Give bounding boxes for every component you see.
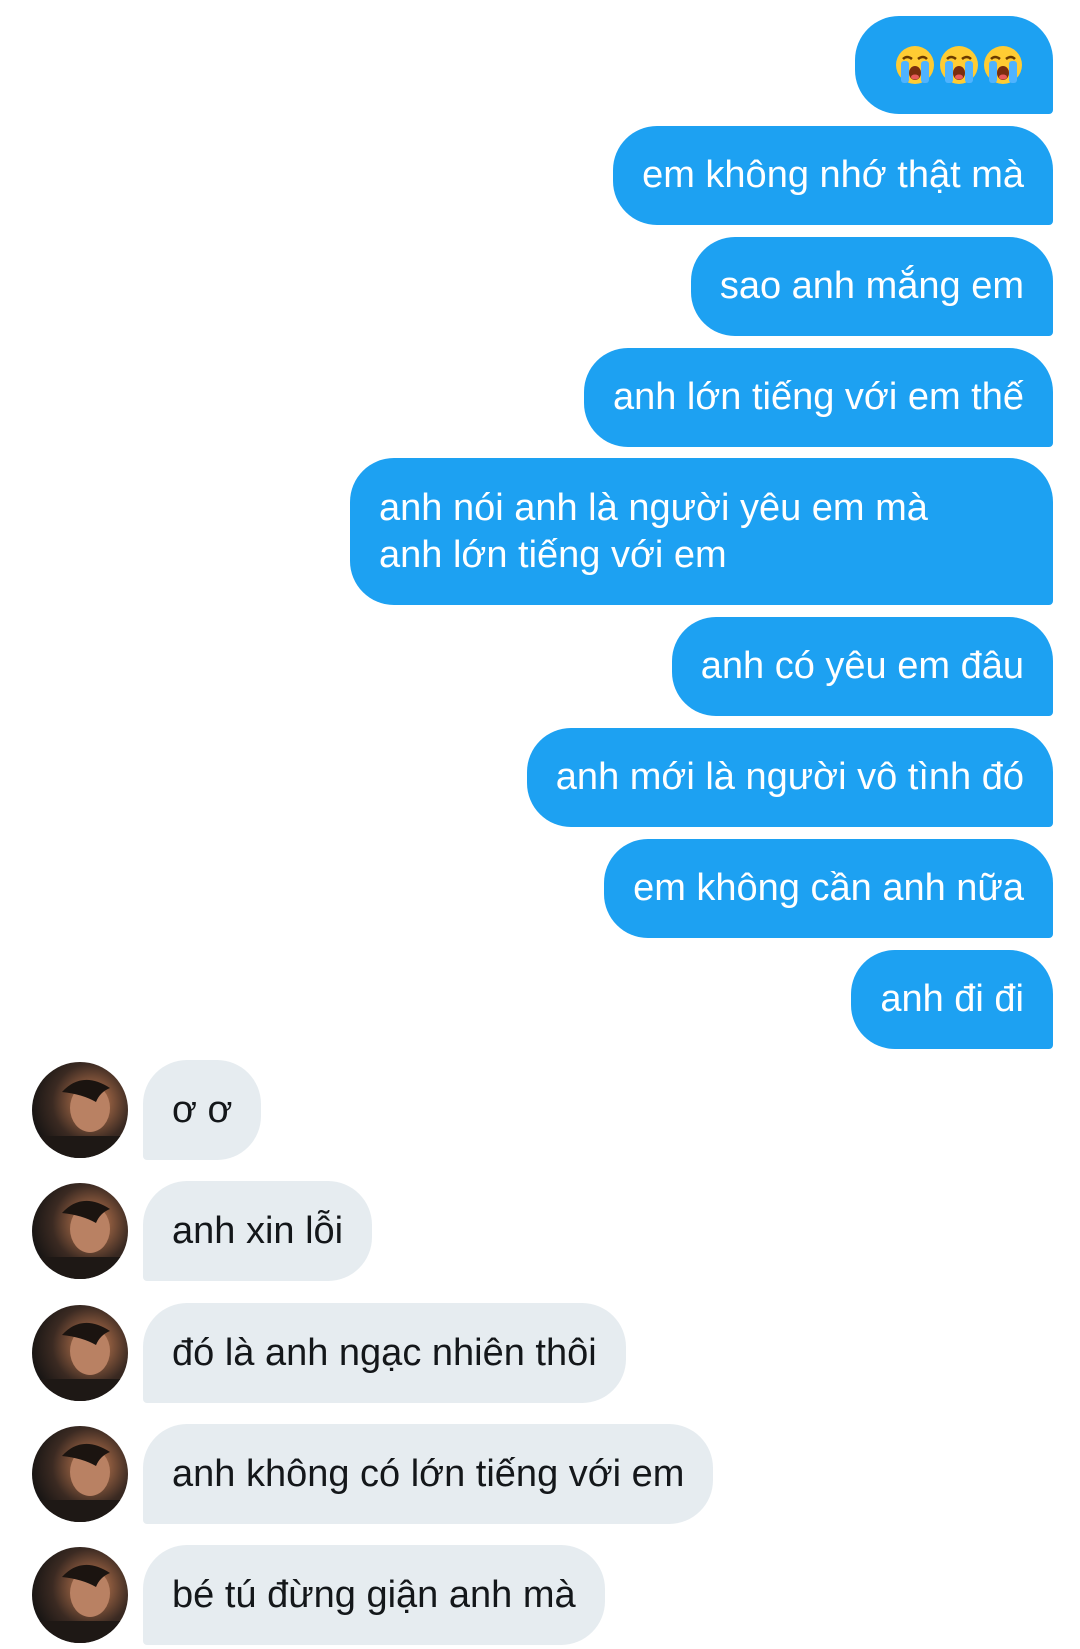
loudly-crying-face-icon (894, 44, 1024, 86)
avatar[interactable] (32, 1426, 128, 1522)
message-text: anh nói anh là người yêu em mà anh lớn t… (379, 486, 928, 576)
received-message[interactable]: anh xin lỗi (143, 1181, 373, 1281)
avatar[interactable] (32, 1062, 128, 1158)
avatar[interactable] (32, 1183, 128, 1279)
sent-message[interactable]: em không cần anh nữa (604, 839, 1053, 938)
message-text: anh xin lỗi (172, 1209, 344, 1252)
message-text: anh có yêu em đâu (700, 645, 1024, 687)
message-text: em không cần anh nữa (633, 867, 1024, 909)
message-text: bé tú đừng giận anh mà (172, 1573, 576, 1616)
message-text: ơ ơ (172, 1088, 233, 1131)
received-message[interactable]: ơ ơ (143, 1060, 262, 1160)
avatar[interactable] (32, 1547, 128, 1643)
sent-message[interactable]: anh mới là người vô tình đó (526, 728, 1053, 827)
sent-message[interactable]: em không nhớ thật mà (613, 126, 1053, 225)
message-thread: em không nhớ thật mà sao anh mắng em anh… (0, 0, 1080, 1649)
sent-message-emoji[interactable] (855, 16, 1053, 114)
message-text: em không nhớ thật mà (642, 154, 1024, 196)
message-text: anh mới là người vô tình đó (555, 756, 1024, 798)
sent-message[interactable]: anh có yêu em đâu (671, 617, 1053, 716)
avatar[interactable] (32, 1305, 128, 1401)
received-message[interactable]: anh không có lớn tiếng với em (143, 1424, 714, 1524)
message-text: anh lớn tiếng với em thế (612, 376, 1024, 418)
sent-message[interactable]: anh lớn tiếng với em thế (583, 348, 1053, 447)
message-text: anh đi đi (880, 978, 1024, 1020)
sent-message[interactable]: sao anh mắng em (690, 237, 1053, 336)
message-text: sao anh mắng em (719, 265, 1024, 307)
message-text: đó là anh ngạc nhiên thôi (172, 1331, 597, 1374)
sent-message[interactable]: anh nói anh là người yêu em mà anh lớn t… (350, 458, 1053, 605)
message-text: anh không có lớn tiếng với em (172, 1452, 685, 1495)
received-message[interactable]: đó là anh ngạc nhiên thôi (143, 1303, 626, 1403)
received-message[interactable]: bé tú đừng giận anh mà (143, 1545, 605, 1645)
sent-message[interactable]: anh đi đi (851, 950, 1053, 1049)
